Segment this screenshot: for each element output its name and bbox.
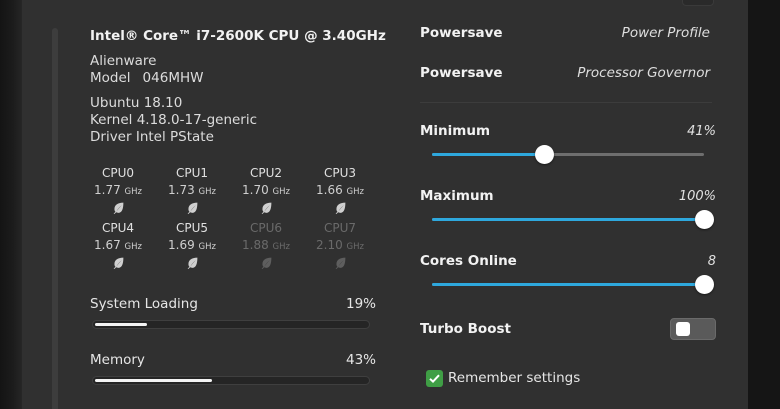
leaf-icon (261, 202, 271, 214)
leaf-icon (187, 202, 197, 214)
core-name: CPU4 (101, 221, 135, 235)
leaf-icon (187, 257, 197, 269)
minimum-label: Minimum (420, 123, 491, 139)
core-frequency: 2.10 GHz (316, 238, 364, 252)
core-cpu1: CPU1 1.73 GHz (157, 166, 227, 214)
core-name: CPU5 (175, 221, 209, 235)
core-name: CPU2 (249, 166, 283, 180)
memory-label: Memory (90, 352, 145, 368)
cpu-name: Intel® Core™ i7-2600K CPU @ 3.40GHz (90, 28, 386, 44)
core-cpu3: CPU3 1.66 GHz (305, 166, 375, 214)
leaf-icon (335, 202, 345, 214)
remember-settings-checkbox[interactable] (426, 370, 443, 387)
power-profile-value[interactable]: Powersave (420, 25, 503, 41)
cores-online-value: 8 (707, 254, 716, 269)
system-loading-value: 19% (345, 296, 376, 312)
maximum-slider-fill (432, 218, 704, 221)
core-frequency: 1.77 GHz (94, 183, 142, 197)
leaf-icon (113, 202, 123, 214)
core-cpu6: CPU6 1.88 GHz (231, 221, 301, 269)
checkmark-icon (429, 374, 440, 384)
core-frequency: 1.73 GHz (168, 183, 216, 197)
desktop-edge-left (0, 0, 22, 409)
window-corner-button[interactable] (682, 0, 714, 6)
separator (420, 102, 712, 103)
leaf-icon (113, 257, 123, 269)
core-cpu4: CPU4 1.67 GHz (83, 221, 153, 269)
model-line: Model 046MHW (90, 70, 203, 86)
core-name: CPU1 (175, 166, 209, 180)
memory-fill (95, 379, 212, 382)
system-loading-bar (92, 320, 370, 329)
desktop-edge-right (748, 0, 780, 409)
minimum-slider[interactable] (432, 145, 704, 164)
core-cpu0: CPU0 1.77 GHz (83, 166, 153, 214)
cores-online-slider-fill (432, 283, 704, 286)
cores-online-label: Cores Online (420, 253, 517, 269)
leaf-icon (261, 257, 271, 269)
leaf-icon (335, 257, 345, 269)
power-profile-caption: Power Profile (621, 25, 710, 41)
maximum-slider[interactable] (432, 210, 714, 229)
core-frequency: 1.70 GHz (242, 183, 290, 197)
maximum-label: Maximum (420, 188, 494, 204)
memory-bar (92, 376, 370, 385)
turbo-boost-switch[interactable] (670, 318, 716, 340)
cores-online-slider-knob[interactable] (695, 275, 714, 294)
remember-settings-label: Remember settings (448, 370, 581, 386)
core-name: CPU6 (249, 221, 283, 235)
core-name: CPU0 (101, 166, 135, 180)
driver-name: Driver Intel PState (90, 129, 214, 145)
governor-value[interactable]: Powersave (420, 65, 503, 81)
core-cpu5: CPU5 1.69 GHz (157, 221, 227, 269)
turbo-boost-switch-knob (676, 322, 690, 336)
kernel-version: Kernel 4.18.0-17-generic (90, 112, 258, 128)
cpu-power-panel: Intel® Core™ i7-2600K CPU @ 3.40GHz Alie… (22, 0, 748, 409)
system-loading-fill (95, 323, 147, 326)
turbo-boost-label: Turbo Boost (420, 321, 511, 337)
scrollbar[interactable] (52, 28, 58, 409)
maximum-value: 100% (678, 189, 716, 204)
cores-online-slider[interactable] (432, 275, 714, 294)
governor-caption: Processor Governor (577, 65, 710, 81)
core-name: CPU3 (323, 166, 357, 180)
core-frequency: 1.67 GHz (94, 238, 142, 252)
core-cpu2: CPU2 1.70 GHz (231, 166, 301, 214)
core-frequency: 1.88 GHz (242, 238, 290, 252)
memory-value: 43% (345, 352, 376, 368)
vendor: Alienware (90, 53, 157, 69)
maximum-slider-knob[interactable] (695, 210, 714, 229)
minimum-slider-knob[interactable] (534, 145, 554, 164)
core-frequency: 1.69 GHz (168, 238, 216, 252)
core-name: CPU7 (323, 221, 357, 235)
os-version: Ubuntu 18.10 (90, 95, 183, 111)
core-cpu7: CPU7 2.10 GHz (305, 221, 375, 269)
model-value: 046MHW (142, 70, 204, 86)
model-label: Model (90, 70, 131, 86)
system-loading-label: System Loading (90, 296, 198, 312)
minimum-value: 41% (687, 124, 716, 139)
core-frequency: 1.66 GHz (316, 183, 364, 197)
minimum-slider-fill (432, 153, 544, 156)
